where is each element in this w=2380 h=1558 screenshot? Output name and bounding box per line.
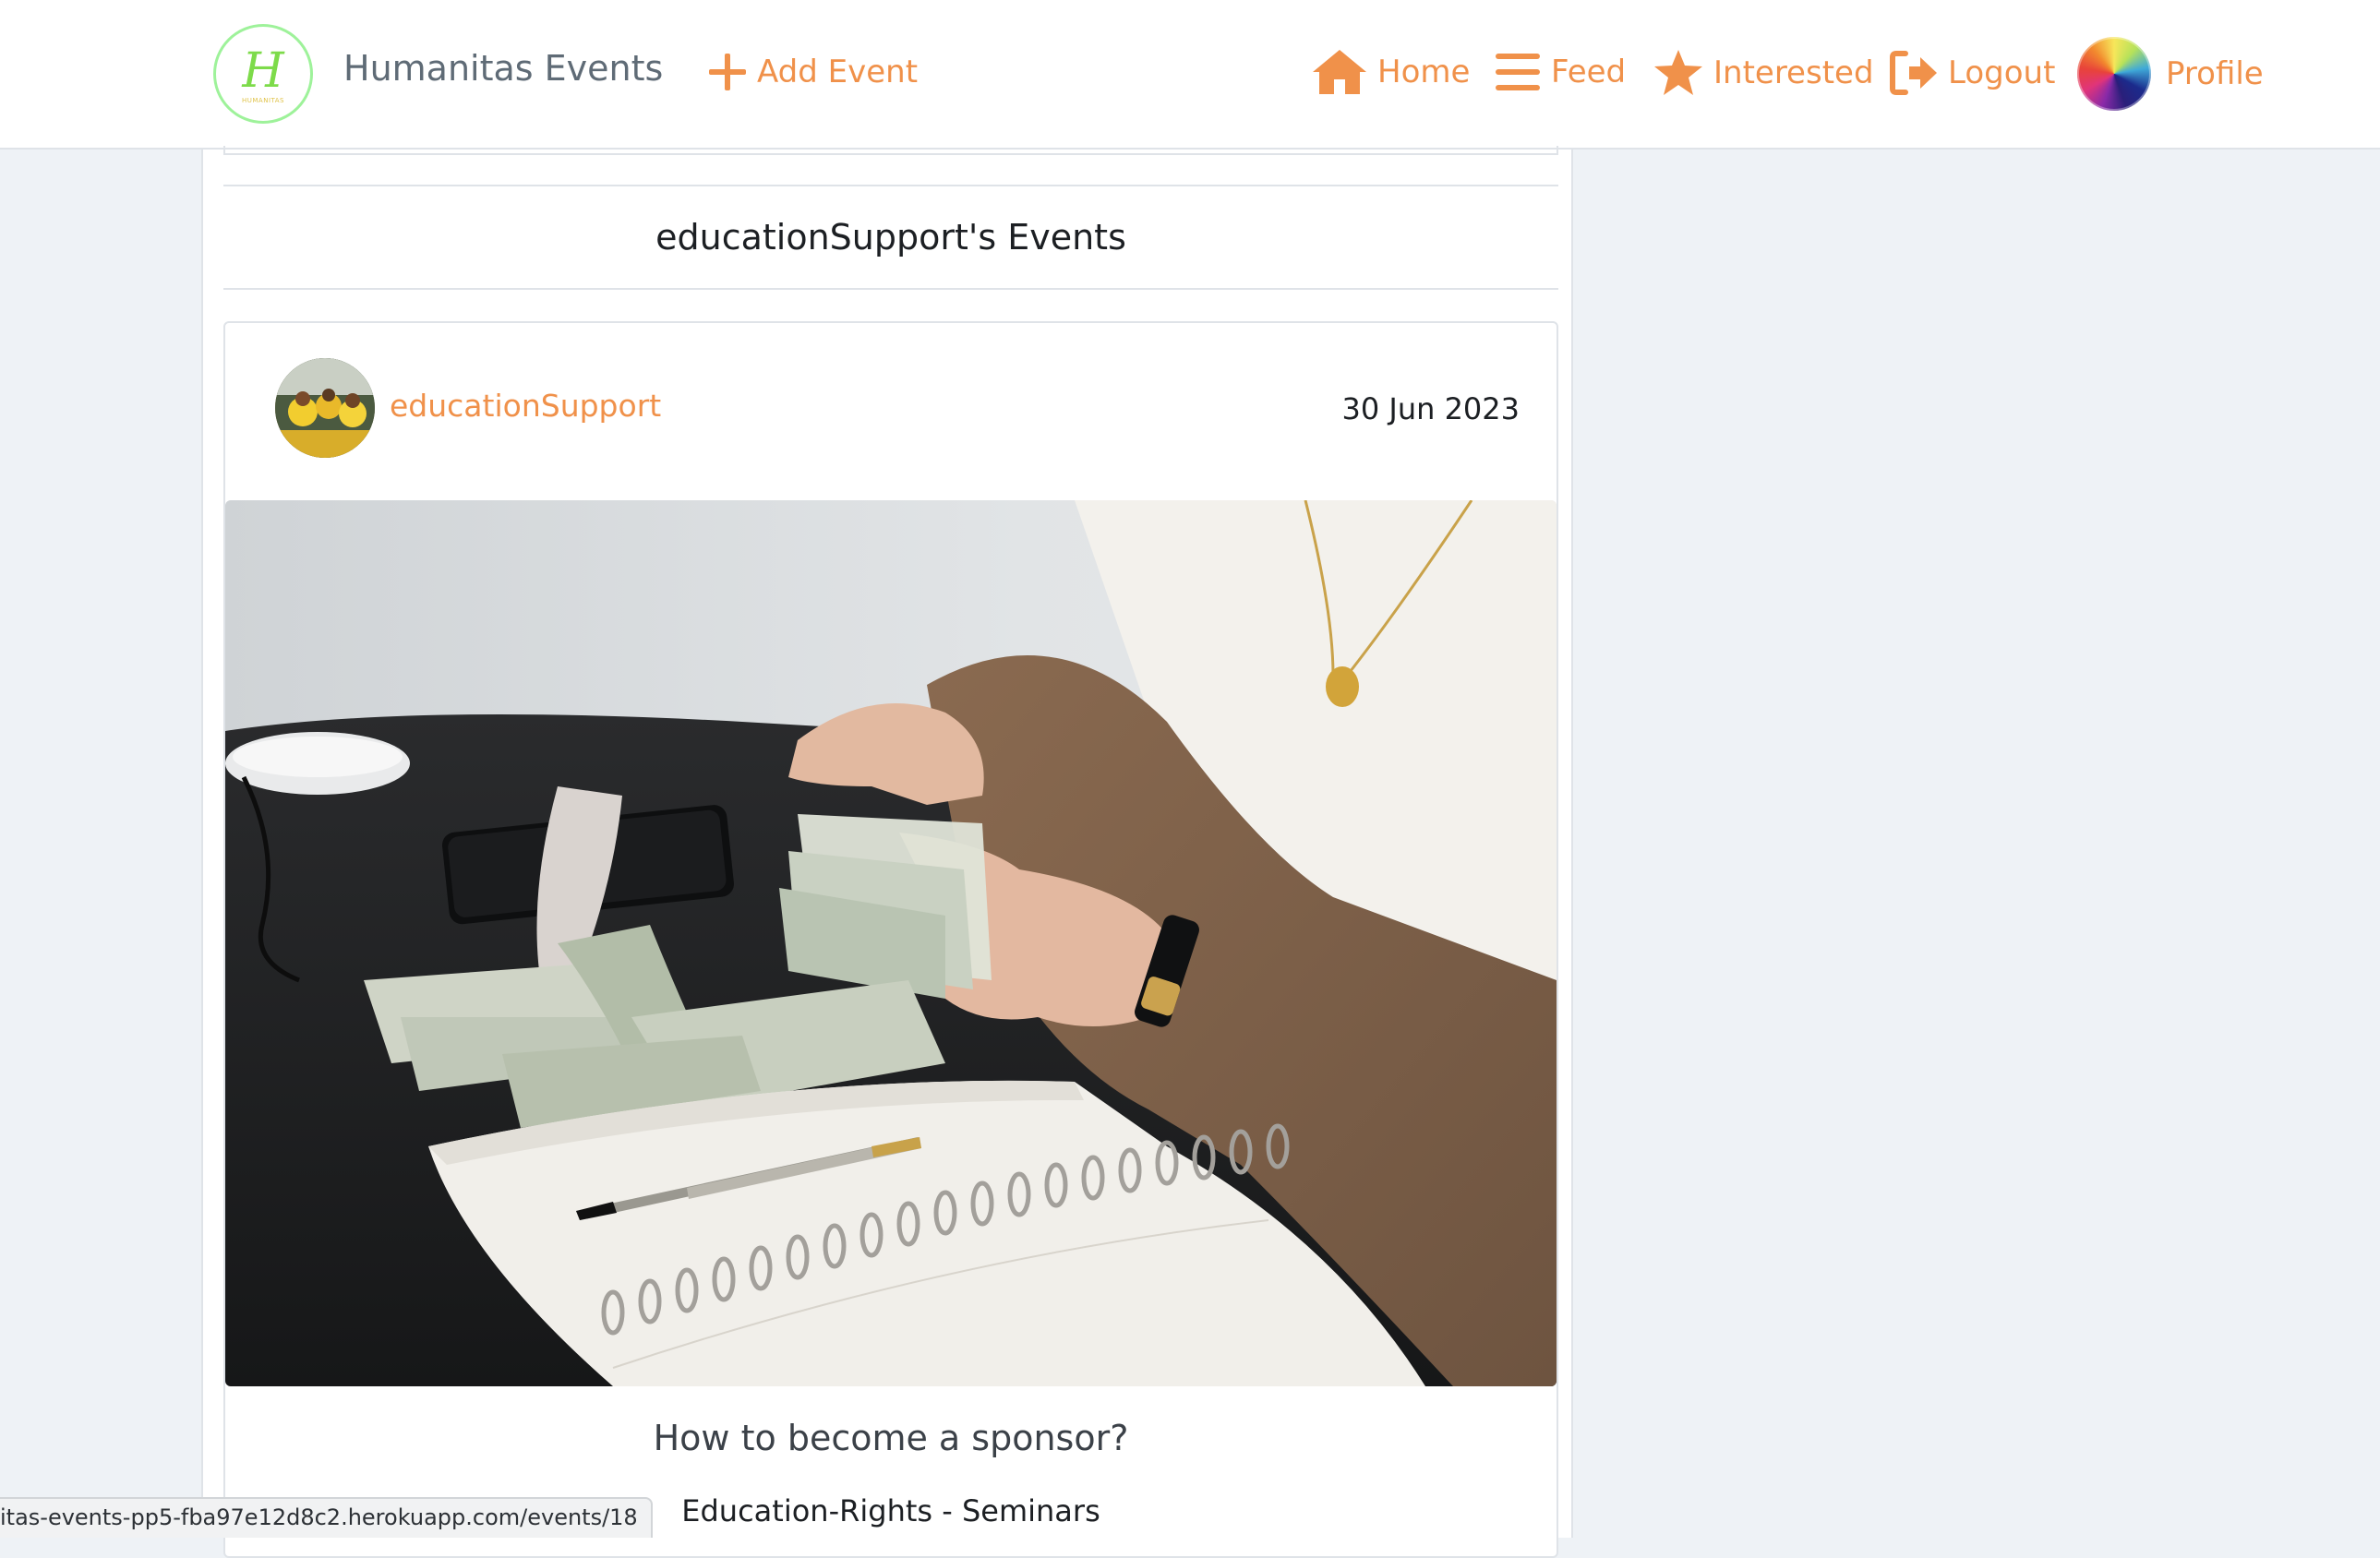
plus-icon: [707, 52, 748, 92]
nav-add-event-label: Add Event: [757, 54, 919, 90]
nav-home[interactable]: Home: [1311, 48, 1470, 96]
nav-feed[interactable]: Feed: [1494, 52, 1626, 92]
event-card[interactable]: educationSupport 30 Jun 2023 How to beco…: [223, 321, 1558, 1558]
profile-avatar: [2077, 37, 2151, 111]
logo-subtext: HUMANITAS: [242, 97, 284, 104]
event-date: 30 Jun 2023: [1341, 391, 1521, 426]
main-column: educationSupport's Events educationSuppo…: [201, 146, 1573, 1558]
nav-profile-label: Profile: [2166, 55, 2264, 92]
nav-profile[interactable]: Profile: [2077, 37, 2264, 111]
event-image[interactable]: [225, 500, 1557, 1386]
nav-logout-label: Logout: [1948, 54, 2056, 91]
bars-icon: [1494, 52, 1542, 92]
nav-feed-label: Feed: [1551, 54, 1627, 90]
star-icon: [1653, 48, 1704, 98]
nav-interested[interactable]: Interested: [1653, 48, 1874, 98]
browser-status-bar: itas-events-pp5-fba97e12d8c2.herokuapp.c…: [0, 1497, 653, 1538]
nav-add-event[interactable]: Add Event: [707, 52, 918, 92]
owner-name-link[interactable]: educationSupport: [390, 388, 661, 424]
event-title[interactable]: How to become a sponsor?: [225, 1418, 1557, 1458]
logo-letter: H: [242, 43, 284, 99]
navbar: H HUMANITAS Humanitas Events Add Event H…: [0, 0, 2380, 150]
status-url: itas-events-pp5-fba97e12d8c2.herokuapp.c…: [0, 1504, 638, 1530]
owner-avatar[interactable]: [275, 358, 375, 458]
nav-logout[interactable]: Logout: [1889, 50, 2055, 96]
section-header: educationSupport's Events: [223, 185, 1558, 290]
nav-home-label: Home: [1377, 54, 1471, 90]
previous-card-edge: [223, 146, 1558, 155]
brand-title[interactable]: Humanitas Events: [343, 48, 663, 89]
logout-icon: [1889, 50, 1939, 96]
section-title: educationSupport's Events: [655, 217, 1126, 258]
home-icon: [1311, 48, 1368, 96]
humanitas-logo[interactable]: H HUMANITAS: [213, 24, 313, 124]
nav-interested-label: Interested: [1713, 54, 1874, 91]
